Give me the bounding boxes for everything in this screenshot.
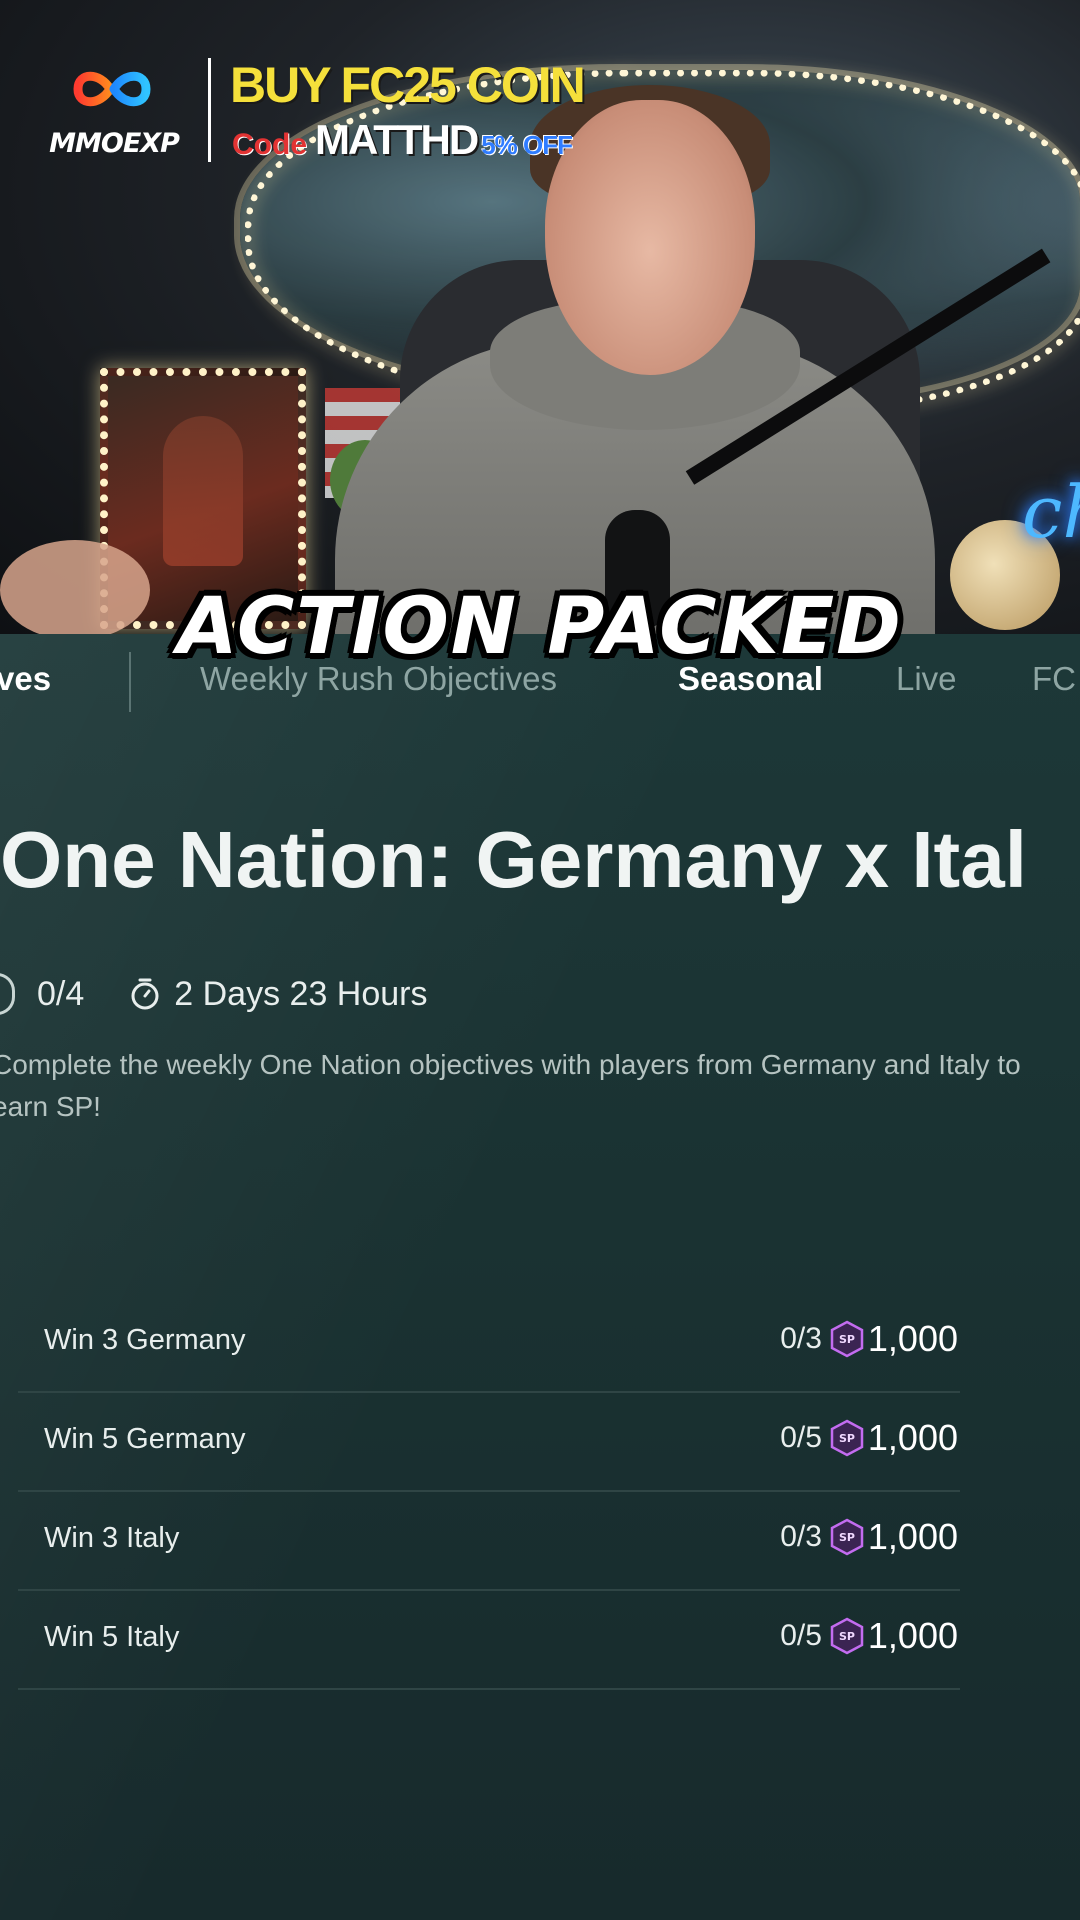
task-reward-group: 0/3 SP 1,000 <box>780 1318 958 1360</box>
task-label: Win 3 Germany <box>44 1324 246 1356</box>
mmoexp-logo-icon <box>73 71 151 107</box>
promo-code: MATTHD <box>315 116 479 163</box>
task-row[interactable]: Win 5 Germany 0/5 SP 1,000 <box>18 1393 960 1492</box>
task-reward-group: 0/5 SP 1,000 <box>780 1615 958 1657</box>
task-reward: 1,000 <box>867 1417 958 1458</box>
sp-icon: SP <box>830 1518 864 1556</box>
webcam-video: ch MMOEXP BUY FC25 COIN <box>0 0 1080 634</box>
task-row[interactable]: Win 3 Italy 0/3 SP 1,000 <box>18 1492 960 1591</box>
neon-sign: ch <box>1022 470 1080 554</box>
sp-icon: SP <box>830 1617 864 1655</box>
task-progress: 0/5 <box>780 1619 822 1652</box>
promo-code-label: Code <box>232 128 307 161</box>
framed-portrait <box>163 416 243 566</box>
svg-text:SP: SP <box>839 1432 855 1445</box>
time-remaining: 2 Days 23 Hours <box>174 974 428 1013</box>
task-reward: 1,000 <box>867 1615 958 1656</box>
streamer-face <box>545 100 755 375</box>
task-row[interactable]: Win 5 Italy 0/5 SP 1,000 <box>18 1591 960 1690</box>
task-progress: 0/3 <box>780 1322 822 1355</box>
promo-discount: 5% OFF <box>481 130 573 160</box>
svg-text:SP: SP <box>839 1630 855 1643</box>
objectives-screen: ves Weekly Rush Objectives Seasonal Live… <box>0 634 1080 1920</box>
task-label: Win 5 Italy <box>44 1621 180 1653</box>
task-reward: 1,000 <box>867 1516 958 1557</box>
svg-text:SP: SP <box>839 1531 855 1544</box>
task-label: Win 5 Germany <box>44 1423 246 1455</box>
task-list: Win 3 Germany 0/3 SP 1,000 Win 5 Germany 0/5 S… <box>18 1294 960 1690</box>
task-row[interactable]: Win 3 Germany 0/3 SP 1,000 <box>18 1294 960 1393</box>
brand-name: MMOEXP <box>49 128 180 159</box>
progress-ring-icon <box>0 973 15 1015</box>
svg-text:SP: SP <box>839 1333 855 1346</box>
task-reward-group: 0/3 SP 1,000 <box>780 1516 958 1558</box>
objective-title: One Nation: Germany x Ital <box>0 815 1027 904</box>
task-progress: 0/3 <box>780 1520 822 1553</box>
sponsor-divider <box>208 58 211 162</box>
task-reward-group: 0/5 SP 1,000 <box>780 1417 958 1459</box>
promo-headline: BUY FC25 COIN <box>230 57 586 113</box>
task-reward: 1,000 <box>867 1318 958 1359</box>
task-label: Win 3 Italy <box>44 1522 180 1554</box>
stopwatch-icon <box>131 978 159 1010</box>
sp-icon: SP <box>830 1419 864 1457</box>
task-progress: 0/5 <box>780 1421 822 1454</box>
objective-progress: 0/4 <box>37 974 85 1013</box>
promo-code-line: Code MATTHD 5% OFF <box>232 116 573 164</box>
objective-meta: 0/4 2 Days 23 Hours <box>0 972 428 1016</box>
video-caption: ACTION PACKED <box>177 582 903 672</box>
sp-icon: SP <box>830 1320 864 1358</box>
objective-description: Complete the weekly One Nation objective… <box>0 1049 1021 1122</box>
screen: ch MMOEXP BUY FC25 COIN <box>0 0 1080 1920</box>
